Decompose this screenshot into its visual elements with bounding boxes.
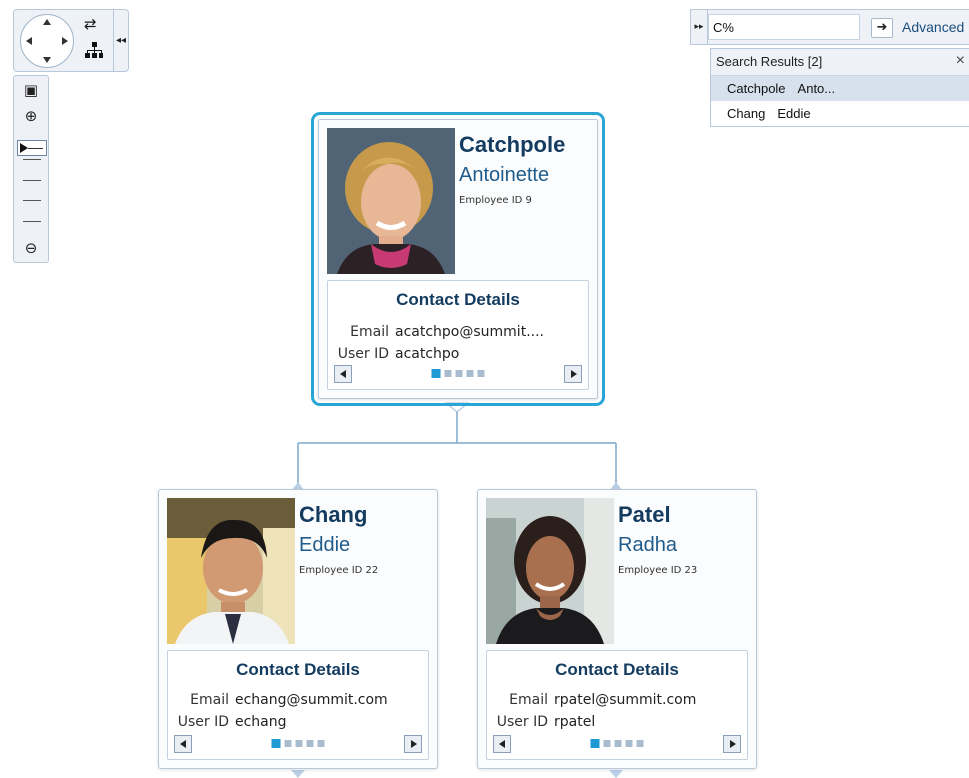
page-dot[interactable]: [590, 739, 600, 748]
userid-label: User ID: [337, 346, 389, 362]
email-value: rpatel@summit.com: [554, 692, 697, 708]
userid-value: acatchpo: [395, 346, 460, 362]
zoom-to-fit-icon[interactable]: ▣: [14, 82, 48, 98]
result-first-name: Anto...: [797, 81, 836, 96]
search-input[interactable]: [708, 14, 860, 40]
page-dot[interactable]: [614, 740, 622, 747]
result-last-name: Catchpole: [727, 81, 786, 96]
employee-id: Employee ID 9: [459, 195, 532, 206]
pan-left-icon[interactable]: [26, 37, 32, 45]
employee-card[interactable]: Catchpole Antoinette Employee ID 9 Conta…: [311, 112, 605, 406]
close-icon[interactable]: ×: [956, 52, 965, 70]
next-page-button[interactable]: [404, 735, 422, 753]
userid-label: User ID: [177, 714, 229, 730]
pan-up-icon[interactable]: [43, 19, 51, 25]
employee-id: Employee ID 23: [618, 565, 698, 576]
page-dot[interactable]: [306, 740, 314, 747]
employee-card[interactable]: Chang Eddie Employee ID 22 Contact Detai…: [158, 489, 438, 769]
advanced-search-link[interactable]: Advanced: [902, 19, 964, 35]
details-pager: [487, 735, 747, 753]
previous-page-button[interactable]: [334, 365, 352, 383]
page-indicator: [270, 739, 327, 748]
zoom-slider-thumb[interactable]: [17, 140, 47, 156]
search-result-item[interactable]: Catchpole Anto...: [711, 76, 969, 101]
page-dot[interactable]: [295, 740, 303, 747]
page-dot[interactable]: [636, 740, 644, 747]
search-go-button[interactable]: ➜: [871, 18, 893, 38]
employee-last-name: Chang: [299, 502, 368, 527]
next-page-button[interactable]: [564, 365, 582, 383]
email-label: Email: [190, 692, 229, 708]
result-last-name: Chang: [727, 106, 766, 121]
contact-details: Contact Details Email acatchpo@summit....…: [327, 280, 589, 390]
email-row: Email rpatel@summit.com: [482, 692, 696, 708]
email-row: Email acatchpo@summit....: [323, 324, 544, 340]
page-dot[interactable]: [271, 739, 281, 748]
page-dot[interactable]: [603, 740, 611, 747]
pan-control: [20, 14, 74, 68]
next-page-button[interactable]: [723, 735, 741, 753]
page-dot[interactable]: [284, 740, 292, 747]
employee-id: Employee ID 22: [299, 565, 379, 576]
page-dot[interactable]: [455, 370, 463, 377]
email-label: Email: [350, 324, 389, 340]
email-value: acatchpo@summit....: [395, 324, 544, 340]
employee-first-name: Eddie: [299, 534, 351, 556]
page-dot[interactable]: [444, 370, 452, 377]
employee-photo: [167, 498, 295, 644]
employee-photo: [327, 128, 455, 274]
zoom-out-icon[interactable]: ⊖: [14, 240, 48, 256]
navigation-panel: ⇄ ◂◂: [13, 9, 129, 72]
result-first-name: Eddie: [777, 106, 811, 121]
email-value: echang@summit.com: [235, 692, 388, 708]
contact-details-title: Contact Details: [236, 660, 360, 679]
search-result-item[interactable]: Chang Eddie: [711, 101, 969, 126]
previous-page-button[interactable]: [174, 735, 192, 753]
page-dot[interactable]: [625, 740, 633, 747]
hierarchy-layout-icon[interactable]: [84, 41, 104, 62]
page-indicator: [589, 739, 646, 748]
email-row: Email echang@summit.com: [163, 692, 388, 708]
search-results-panel: Search Results [2] × Catchpole Anto... Ch…: [710, 48, 969, 127]
userid-row: User ID echang: [163, 714, 287, 730]
collapse-panel-icon[interactable]: ◂◂: [113, 10, 128, 71]
email-label: Email: [509, 692, 548, 708]
page-indicator: [430, 369, 487, 378]
pan-right-icon[interactable]: [62, 37, 68, 45]
contact-details: Contact Details Email echang@summit.com U…: [167, 650, 429, 760]
employee-last-name: Catchpole: [459, 132, 566, 157]
search-bar: ▸▸ ➜ Advanced: [690, 9, 969, 45]
employee-first-name: Radha: [618, 534, 677, 556]
contact-details-title: Contact Details: [555, 660, 679, 679]
userid-row: User ID rpatel: [482, 714, 596, 730]
rotate-layout-icon[interactable]: ⇄: [84, 16, 97, 32]
page-dot[interactable]: [477, 370, 485, 377]
zoom-panel: ▣ ⊕ ⊖: [13, 75, 49, 263]
page-dot[interactable]: [431, 369, 441, 378]
employee-last-name: Patel: [618, 502, 671, 527]
userid-label: User ID: [496, 714, 548, 730]
zoom-tick: [23, 180, 41, 181]
userid-row: User ID acatchpo: [323, 346, 460, 362]
details-pager: [168, 735, 428, 753]
page-dot[interactable]: [466, 370, 474, 377]
zoom-tick: [23, 159, 41, 160]
employee-first-name: Antoinette: [459, 164, 550, 186]
employee-photo: [486, 498, 614, 644]
details-pager: [328, 365, 588, 383]
zoom-tick: [23, 221, 41, 222]
previous-page-button[interactable]: [493, 735, 511, 753]
zoom-in-icon[interactable]: ⊕: [14, 108, 48, 124]
expand-search-icon[interactable]: ▸▸: [691, 10, 708, 44]
contact-details-title: Contact Details: [396, 290, 520, 309]
search-results-header: Search Results [2] ×: [711, 49, 969, 76]
userid-value: echang: [235, 714, 287, 730]
zoom-tick: [23, 200, 41, 201]
search-results-title: Search Results [2]: [716, 54, 823, 69]
userid-value: rpatel: [554, 714, 596, 730]
employee-card[interactable]: Patel Radha Employee ID 23 Contact Detai…: [477, 489, 757, 769]
contact-details: Contact Details Email rpatel@summit.com U…: [486, 650, 748, 760]
pan-down-icon[interactable]: [43, 57, 51, 63]
page-dot[interactable]: [317, 740, 325, 747]
